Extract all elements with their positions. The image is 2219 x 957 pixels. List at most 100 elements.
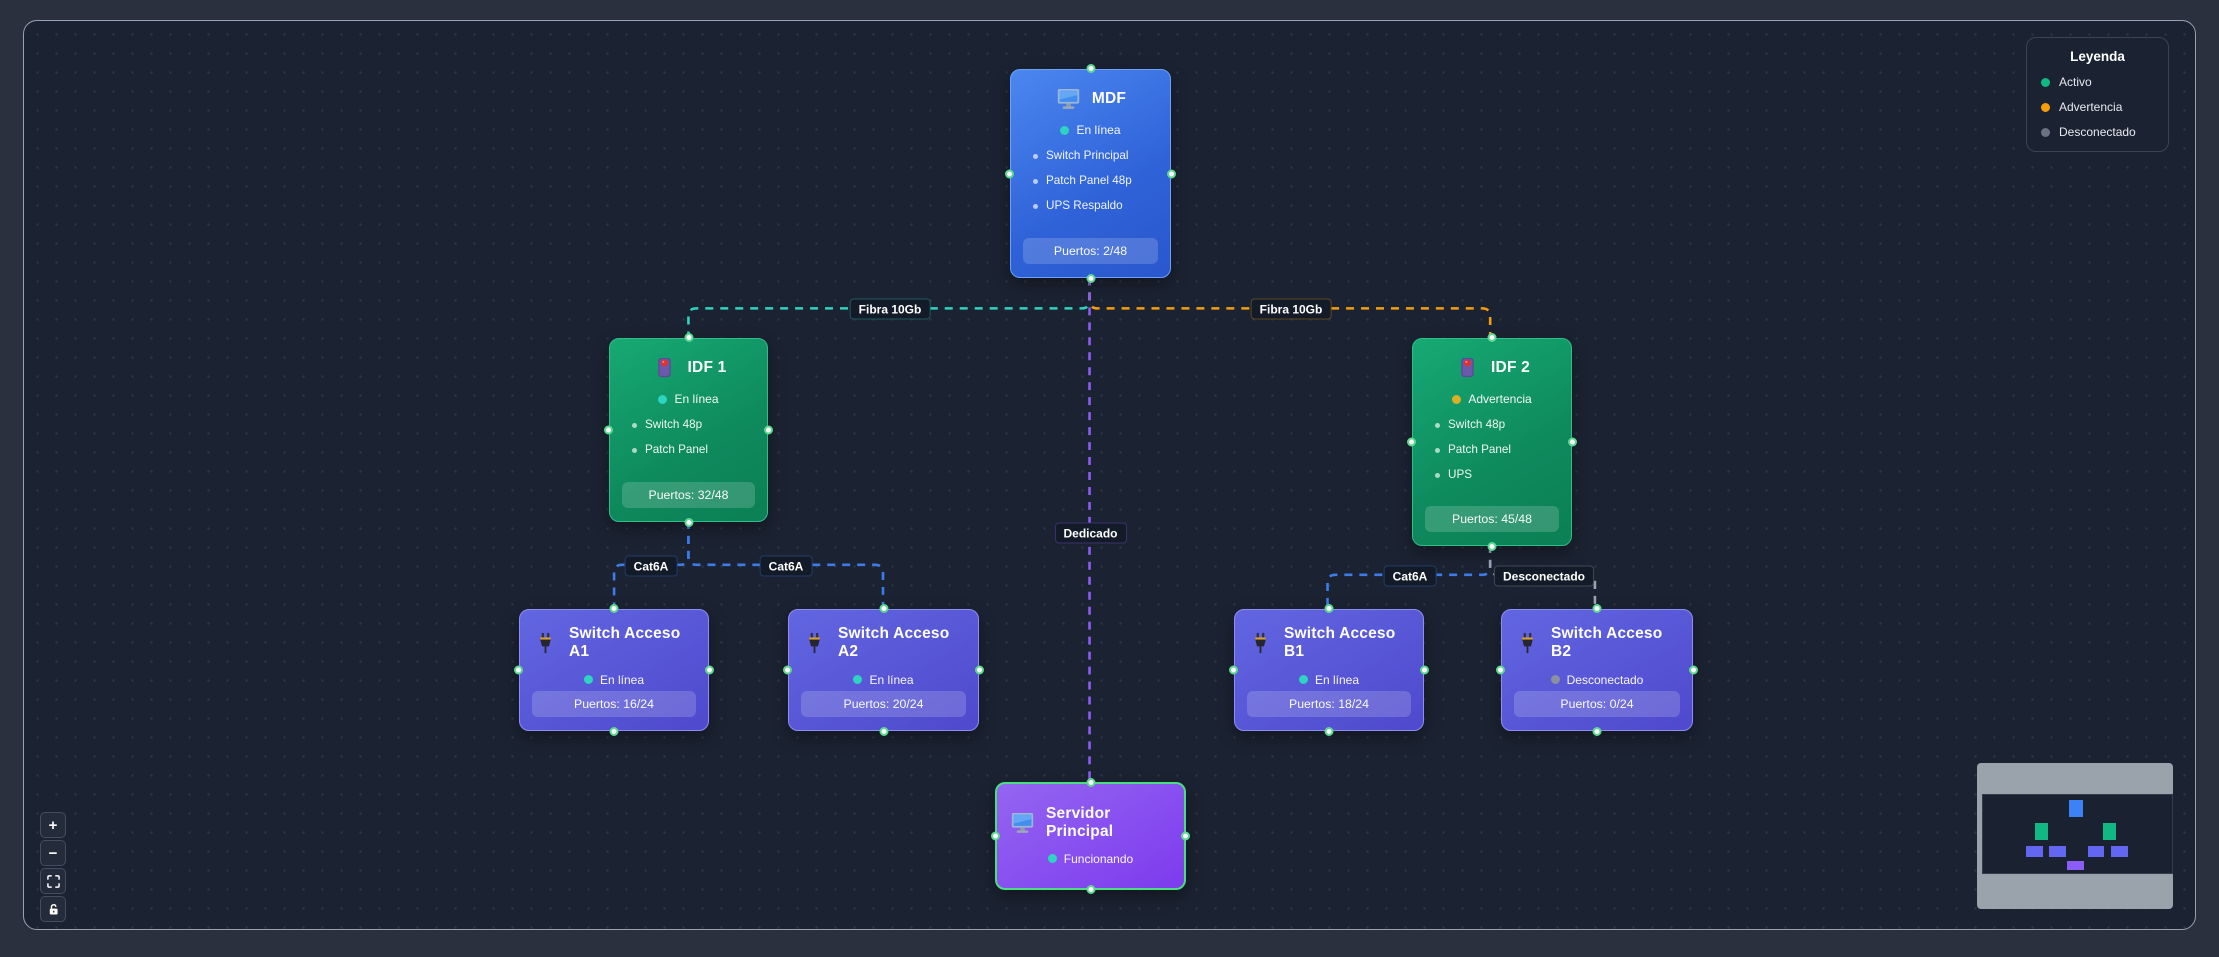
legend-panel: Leyenda Activo Advertencia Desconectado	[2026, 37, 2169, 152]
minimap-node-idf2	[2103, 823, 2116, 840]
node-servidor-principal[interactable]: Servidor Principal Funcionando	[995, 782, 1186, 890]
minimap-node-idf1	[2035, 823, 2048, 840]
connection-handle-left[interactable]	[514, 666, 523, 675]
connection-handle-right[interactable]	[1420, 666, 1429, 675]
green-dot-icon	[2041, 78, 2050, 87]
status-dot	[1060, 126, 1069, 135]
node-status: Advertencia	[1452, 392, 1531, 406]
ports-badge: Puertos: 0/24	[1514, 691, 1680, 717]
desktop-computer-icon	[1009, 809, 1036, 836]
status-dot	[1551, 675, 1560, 684]
legend-item-desconectado: Desconectado	[2041, 125, 2154, 139]
node-items: Switch 48p Patch Panel UPS	[1433, 418, 1559, 493]
node-title: IDF 2	[1491, 359, 1530, 377]
connection-handle-right[interactable]	[1568, 438, 1577, 447]
node-status: Desconectado	[1551, 673, 1644, 687]
node-title: MDF	[1092, 90, 1126, 108]
ports-badge: Puertos: 16/24	[532, 691, 696, 717]
connection-handle-top[interactable]	[1086, 778, 1095, 787]
ports-badge: Puertos: 2/48	[1023, 238, 1158, 264]
node-idf1[interactable]: IDF 1 En línea Switch 48p Patch Panel Pu…	[609, 338, 768, 522]
edge-label-mdf-idf1[interactable]: Fibra 10Gb	[850, 299, 931, 320]
connection-handle-right[interactable]	[1181, 832, 1190, 841]
zoom-in-button[interactable]: +	[40, 812, 66, 838]
connection-handle-right[interactable]	[975, 666, 984, 675]
connection-handle-right[interactable]	[1167, 169, 1176, 178]
ports-badge: Puertos: 20/24	[801, 691, 966, 717]
edge-label-idf2-b1[interactable]: Cat6A	[1384, 566, 1437, 587]
connection-handle-left[interactable]	[1229, 666, 1238, 675]
zoom-out-button[interactable]: −	[40, 840, 66, 866]
edge-label-mdf-idf2[interactable]: Fibra 10Gb	[1251, 299, 1332, 320]
node-title: Switch Acceso B1	[1284, 625, 1411, 661]
plug-icon	[532, 630, 559, 657]
node-switch-b2[interactable]: Switch Acceso B2 Desconectado Puertos: 0…	[1501, 609, 1693, 731]
unlock-icon	[47, 903, 60, 916]
connection-handle-bottom[interactable]	[684, 518, 693, 527]
minimap-node-a1	[2026, 846, 2043, 857]
node-switch-a1[interactable]: Switch Acceso A1 En línea Puertos: 16/24	[519, 609, 709, 731]
minimap[interactable]	[1977, 763, 2173, 909]
connection-handle-top[interactable]	[684, 333, 693, 342]
connection-handle-top[interactable]	[879, 604, 888, 613]
connection-handle-left[interactable]	[991, 832, 1000, 841]
trackball-icon	[651, 354, 678, 381]
zoom-controls: + −	[40, 812, 66, 922]
ports-badge: Puertos: 45/48	[1425, 506, 1559, 532]
connection-handle-left[interactable]	[1407, 438, 1416, 447]
connection-handle-right[interactable]	[764, 426, 773, 435]
flow-canvas[interactable]: Fibra 10Gb Fibra 10Gb Dedicado Cat6A Cat6A Ca…	[23, 20, 2196, 930]
connection-handle-bottom[interactable]	[610, 727, 619, 736]
node-items: Switch 48p Patch Panel	[630, 418, 755, 468]
connection-handle-bottom[interactable]	[1086, 885, 1095, 894]
node-title: Switch Acceso A2	[838, 625, 966, 661]
node-mdf[interactable]: MDF En línea Switch Principal Patch Pane…	[1010, 69, 1171, 278]
connection-handle-left[interactable]	[604, 426, 613, 435]
status-dot	[1048, 854, 1057, 863]
ports-badge: Puertos: 32/48	[622, 482, 755, 508]
node-items: Switch Principal Patch Panel 48p UPS Res…	[1031, 149, 1158, 224]
lock-button[interactable]	[40, 896, 66, 922]
node-switch-b1[interactable]: Switch Acceso B1 En línea Puertos: 18/24	[1234, 609, 1424, 731]
connection-handle-left[interactable]	[1496, 666, 1505, 675]
plug-icon	[1247, 630, 1274, 657]
connection-handle-right[interactable]	[1689, 666, 1698, 675]
legend-item-advertencia: Advertencia	[2041, 100, 2154, 114]
fit-view-button[interactable]	[40, 868, 66, 894]
edge-label-mdf-server[interactable]: Dedicado	[1054, 523, 1126, 544]
edge-label-idf1-a2[interactable]: Cat6A	[760, 556, 813, 577]
node-title: Switch Acceso B2	[1551, 625, 1680, 661]
status-dot	[658, 395, 667, 404]
plug-icon	[801, 630, 828, 657]
connection-handle-bottom[interactable]	[879, 727, 888, 736]
orange-dot-icon	[2041, 103, 2050, 112]
connection-handle-top[interactable]	[1086, 64, 1095, 73]
node-switch-a2[interactable]: Switch Acceso A2 En línea Puertos: 20/24	[788, 609, 979, 731]
node-status: En línea	[853, 673, 913, 687]
minimap-viewport[interactable]	[1983, 795, 2172, 873]
connection-handle-bottom[interactable]	[1325, 727, 1334, 736]
node-idf2[interactable]: IDF 2 Advertencia Switch 48p Patch Panel…	[1412, 338, 1572, 546]
node-title: Switch Acceso A1	[569, 625, 696, 661]
connection-handle-left[interactable]	[783, 666, 792, 675]
minimap-node-server	[2067, 861, 2084, 870]
edge-label-idf1-a1[interactable]: Cat6A	[625, 556, 678, 577]
gray-dot-icon	[2041, 128, 2050, 137]
connection-handle-right[interactable]	[705, 666, 714, 675]
legend-title: Leyenda	[2041, 49, 2154, 64]
desktop-computer-icon	[1055, 85, 1082, 112]
connection-handle-bottom[interactable]	[1488, 542, 1497, 551]
connection-handle-left[interactable]	[1005, 169, 1014, 178]
edge-label-idf2-b2[interactable]: Desconectado	[1494, 566, 1594, 587]
connection-handle-top[interactable]	[1325, 604, 1334, 613]
connection-handle-top[interactable]	[1488, 333, 1497, 342]
connection-handle-top[interactable]	[610, 604, 619, 613]
connection-handle-bottom[interactable]	[1593, 727, 1602, 736]
legend-item-activo: Activo	[2041, 75, 2154, 89]
connection-handle-top[interactable]	[1593, 604, 1602, 613]
connection-handle-bottom[interactable]	[1086, 274, 1095, 283]
minimap-node-b2	[2111, 846, 2128, 857]
node-title: IDF 1	[688, 359, 727, 377]
status-dot	[1299, 675, 1308, 684]
node-title: Servidor Principal	[1046, 805, 1172, 841]
